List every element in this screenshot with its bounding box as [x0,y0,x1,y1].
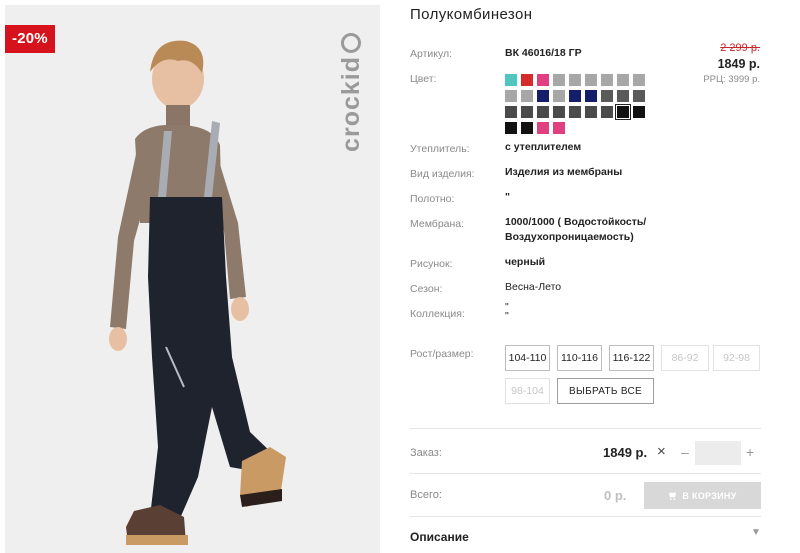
color-swatch[interactable] [615,104,631,120]
brand-ring-icon [341,33,361,53]
total-label: Всего: [410,489,442,501]
spec-label-insulation: Утеплитель: [410,143,470,155]
spec-value-fabric: " [505,191,510,203]
add-to-cart-button[interactable]: В КОРЗИНУ [644,482,761,509]
color-swatch[interactable] [521,106,533,118]
times-icon: × [657,443,666,460]
divider [410,516,761,517]
total-price: 0 р. [604,488,627,503]
color-swatch[interactable] [585,90,597,102]
spec-value-collection: " " [505,301,509,322]
color-swatch[interactable] [617,74,629,86]
order-label: Заказ: [410,447,442,459]
color-swatch[interactable] [569,106,581,118]
color-swatch[interactable] [553,106,565,118]
spec-label-season: Сезон: [410,283,443,295]
size-label: Рост/размер: [410,348,474,360]
color-swatch[interactable] [505,122,517,134]
color-swatch[interactable] [601,106,613,118]
color-swatch[interactable] [633,106,645,118]
color-swatch[interactable] [569,90,581,102]
color-swatch[interactable] [505,90,517,102]
color-swatch[interactable] [601,90,613,102]
color-swatch[interactable] [521,90,533,102]
product-photo[interactable]: -20% crockid [5,5,380,553]
quantity-input[interactable] [695,441,741,465]
color-swatch[interactable] [633,90,645,102]
chevron-down-icon[interactable]: ▼ [751,527,761,538]
spec-value-product-type: Изделия из мембраны [505,166,623,178]
spec-label-fabric: Полотно: [410,193,455,205]
select-all-sizes-button[interactable]: ВЫБРАТЬ ВСЕ [557,378,654,404]
color-swatch[interactable] [601,74,613,86]
size-option-104-110[interactable]: 104-110 [505,345,550,371]
color-swatch[interactable] [521,74,533,86]
size-option-110-116[interactable]: 110-116 [557,345,602,371]
color-swatch[interactable] [569,74,581,86]
discount-badge: -20% [5,25,55,53]
spec-label-color: Цвет: [410,73,437,85]
color-swatch[interactable] [505,74,517,86]
old-price: 2 299 р. [720,42,760,54]
color-swatch[interactable] [537,74,549,86]
size-option-116-122[interactable]: 116-122 [609,345,654,371]
spec-label-article: Артикул: [410,48,453,60]
increase-quantity-button[interactable]: + [746,444,754,460]
color-swatch[interactable] [553,90,565,102]
color-swatch[interactable] [617,90,629,102]
spec-label-membrane: Мембрана: [410,218,465,230]
spec-value-season: Весна-Лето [505,281,562,293]
product-title: Полукомбинезон [410,6,533,23]
spec-value-pattern: черный [505,256,546,268]
spec-label-product-type: Вид изделия: [410,168,475,180]
brand-logo-text: crockid [337,56,365,152]
color-swatch[interactable] [505,106,517,118]
add-to-cart-label: В КОРЗИНУ [682,490,737,501]
current-price: 1849 р. [717,57,760,71]
decrease-quantity-button[interactable]: – [681,444,689,460]
cart-icon [669,492,677,500]
description-toggle[interactable]: Описание [410,530,469,544]
spec-value-membrane: 1000/1000 ( Водостойкость/ Воздухопрониц… [505,216,647,243]
spec-value-article: ВК 46016/18 ГР [505,47,582,59]
color-swatch[interactable] [633,74,645,86]
spec-label-collection: Коллекция: [410,308,465,320]
color-swatch[interactable] [537,106,549,118]
color-swatch[interactable] [585,106,597,118]
order-price: 1849 р. [603,445,648,460]
size-option-92-98: 92-98 [713,345,760,371]
color-swatch[interactable] [553,74,565,86]
spec-label-pattern: Рисунок: [410,258,453,270]
recommended-price: РРЦ: 3999 р. [703,74,760,85]
spec-value-insulation: с утеплителем [505,141,582,153]
brand-logo: crockid [337,33,366,152]
color-swatches [505,74,645,134]
divider [410,428,761,429]
color-swatch[interactable] [537,122,549,134]
color-swatch[interactable] [585,74,597,86]
color-swatch[interactable] [553,122,565,134]
color-swatch[interactable] [521,122,533,134]
size-option-98-104: 98-104 [505,378,550,404]
child-model-image [109,40,286,545]
color-swatch[interactable] [537,90,549,102]
divider [410,473,761,474]
size-option-86-92: 86-92 [661,345,709,371]
